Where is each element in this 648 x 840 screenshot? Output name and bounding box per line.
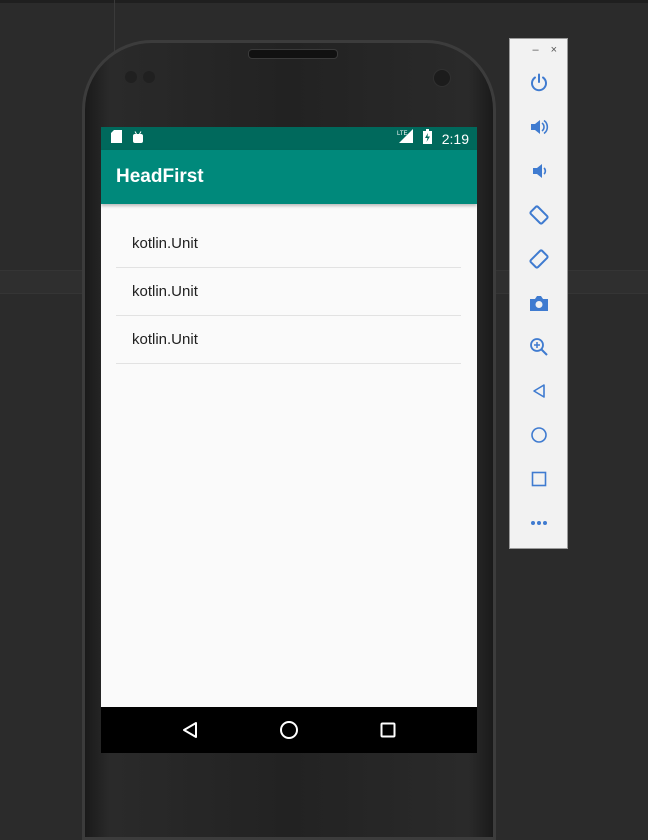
battery-icon [422, 128, 432, 149]
list-item[interactable]: kotlin.Unit [116, 220, 461, 268]
home-icon[interactable] [269, 710, 309, 750]
home-icon[interactable] [510, 413, 567, 457]
overview-icon[interactable] [510, 457, 567, 501]
rotate-right-icon[interactable] [510, 237, 567, 281]
power-icon[interactable] [510, 61, 567, 105]
emulator-toolbar: – × [509, 38, 568, 549]
device-screen: LTE 2:19 HeadFirst kotlin.Unit kotlin.Un… [101, 127, 477, 752]
list-item[interactable]: kotlin.Unit [116, 316, 461, 364]
svg-text:LTE: LTE [397, 131, 408, 137]
list-item-label: kotlin.Unit [132, 235, 198, 252]
list-item-label: kotlin.Unit [132, 283, 198, 300]
app-bar: HeadFirst [101, 150, 477, 204]
close-button[interactable]: × [551, 44, 557, 56]
status-bar: LTE 2:19 [101, 127, 477, 150]
sensor [143, 71, 155, 83]
minimize-button[interactable]: – [532, 44, 538, 56]
volume-down-icon[interactable] [510, 149, 567, 193]
back-icon[interactable] [510, 369, 567, 413]
sd-card-icon [111, 129, 122, 148]
android-icon [132, 130, 144, 148]
rotate-left-icon[interactable] [510, 193, 567, 237]
front-camera [433, 69, 451, 87]
zoom-icon[interactable] [510, 325, 567, 369]
status-time: 2:19 [441, 130, 469, 147]
list-item-label: kotlin.Unit [132, 331, 198, 348]
ide-top-border [0, 0, 648, 3]
more-icon[interactable] [510, 501, 567, 545]
sensor [125, 71, 137, 83]
camera-icon[interactable] [510, 281, 567, 325]
back-icon[interactable] [170, 710, 210, 750]
volume-up-icon[interactable] [510, 105, 567, 149]
item-list: kotlin.Unit kotlin.Unit kotlin.Unit [101, 204, 477, 364]
list-item[interactable]: kotlin.Unit [116, 268, 461, 316]
app-title: HeadFirst [116, 166, 204, 187]
navigation-bar [101, 707, 477, 753]
speaker-grille [248, 49, 338, 59]
signal-icon: LTE [397, 129, 413, 148]
recents-icon[interactable] [368, 710, 408, 750]
